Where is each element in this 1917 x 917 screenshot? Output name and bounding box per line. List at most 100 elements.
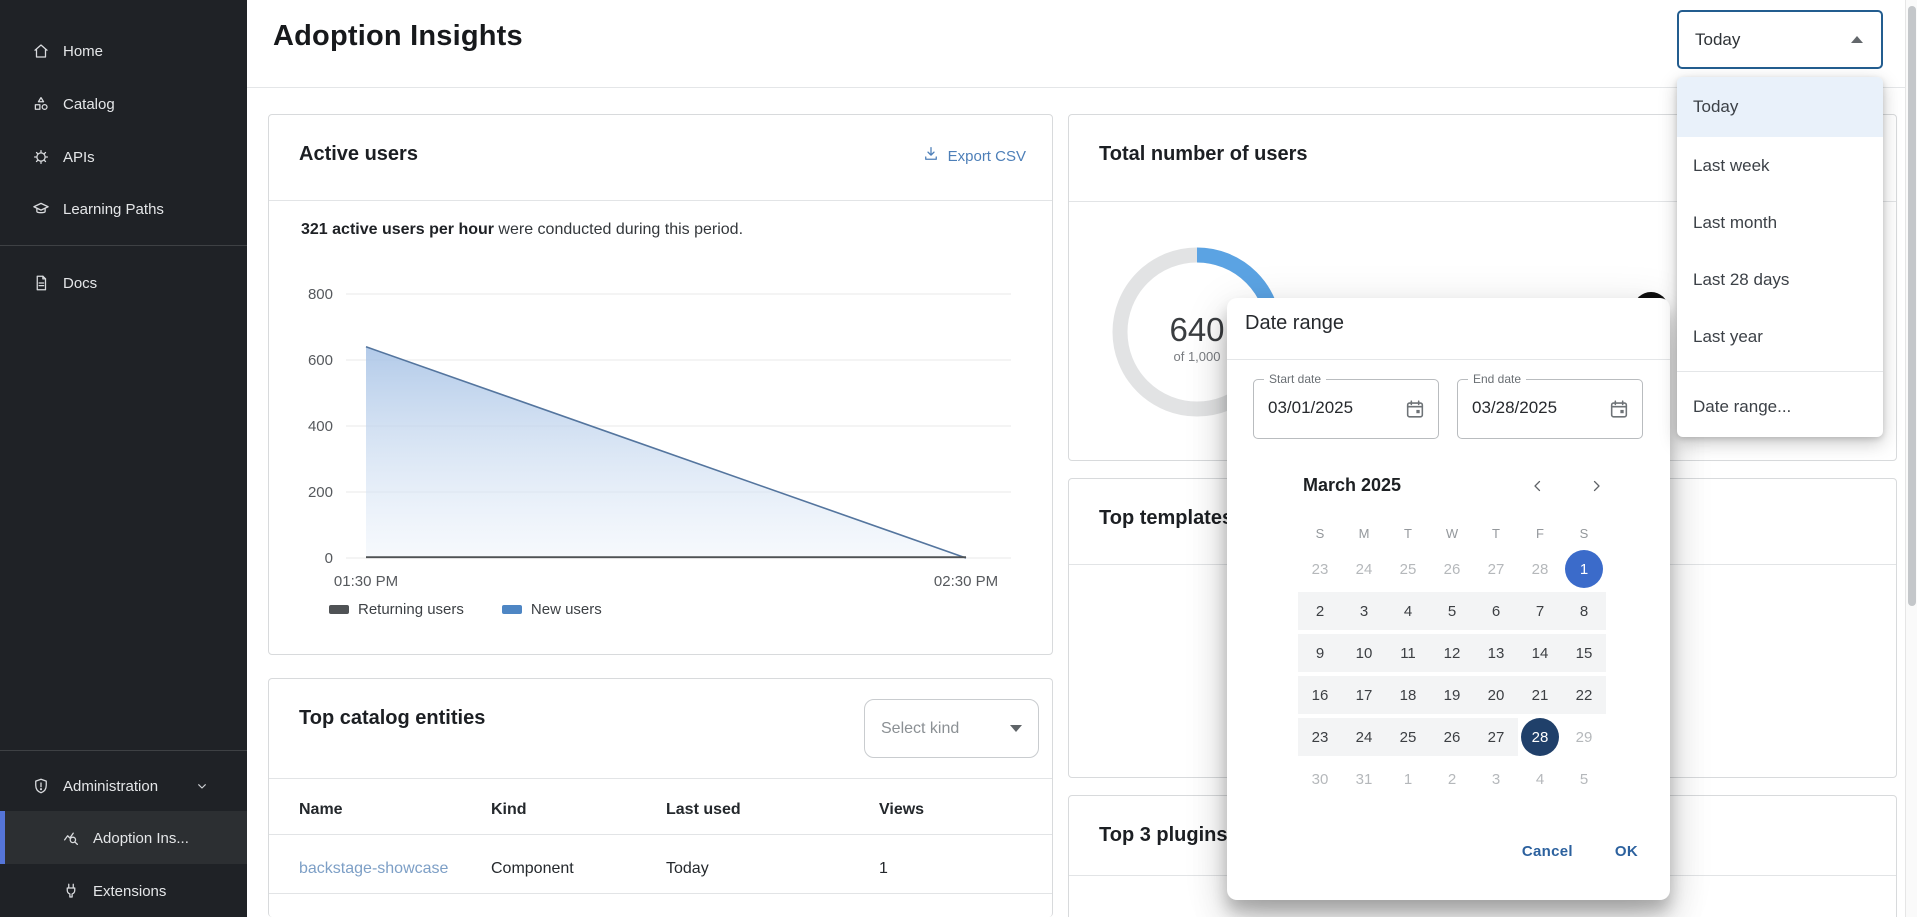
scrollbar[interactable] (1905, 0, 1917, 917)
period-menu: TodayLast weekLast monthLast 28 daysLast… (1677, 77, 1883, 437)
entity-link[interactable]: backstage-showcase (299, 860, 448, 878)
sidebar-item-catalog[interactable]: Catalog (0, 90, 247, 118)
calendar-day[interactable]: 29 (1562, 718, 1606, 756)
select-kind-dropdown[interactable]: Select kind (864, 699, 1039, 758)
calendar-day[interactable]: 24 (1342, 550, 1386, 588)
legend-label: New users (531, 601, 602, 618)
sidebar-item-label: Learning Paths (63, 201, 164, 218)
end-date-label: End date (1468, 372, 1526, 386)
calendar-day[interactable]: 2 (1298, 592, 1342, 630)
calendar-day[interactable]: 30 (1298, 760, 1342, 798)
calendar-day[interactable]: 27 (1474, 550, 1518, 588)
calendar-day[interactable]: 31 (1342, 760, 1386, 798)
calendar-week-row: 2324252627281 (1298, 548, 1606, 590)
calendar-day[interactable]: 25 (1386, 550, 1430, 588)
calendar-day[interactable]: 1 (1386, 760, 1430, 798)
svg-text:600: 600 (308, 352, 333, 369)
calendar-day[interactable]: 19 (1430, 676, 1474, 714)
cancel-button[interactable]: Cancel (1522, 843, 1573, 860)
menu-item-last-week[interactable]: Last week (1677, 137, 1883, 194)
calendar-day[interactable]: 23 (1298, 550, 1342, 588)
calendar-day[interactable]: 14 (1518, 634, 1562, 672)
calendar-day[interactable]: 26 (1430, 550, 1474, 588)
start-date-value: 03/01/2025 (1268, 398, 1353, 418)
start-date-field[interactable]: Start date 03/01/2025 (1253, 379, 1439, 439)
period-select[interactable]: Today (1677, 10, 1883, 69)
menu-item-today[interactable]: Today (1677, 77, 1883, 137)
calendar-day[interactable]: 13 (1474, 634, 1518, 672)
sidebar-item-adoption-ins[interactable]: Adoption Ins... (0, 824, 247, 852)
calendar-day-range-end[interactable]: 28 (1518, 718, 1562, 756)
dialog-actions: Cancel OK (1522, 843, 1638, 860)
calendar-day[interactable]: 8 (1562, 592, 1606, 630)
svg-text:02:30 PM: 02:30 PM (934, 573, 998, 590)
ok-button[interactable]: OK (1615, 843, 1638, 860)
calendar-day[interactable]: 3 (1474, 760, 1518, 798)
table-cell: Today (666, 860, 709, 878)
download-icon (922, 145, 940, 167)
scrollbar-thumb[interactable] (1908, 6, 1916, 606)
calendar-day[interactable]: 17 (1342, 676, 1386, 714)
calendar-icon[interactable] (1404, 398, 1426, 420)
sidebar-item-label: Docs (63, 275, 97, 292)
calendar-day[interactable]: 10 (1342, 634, 1386, 672)
sidebar-item-learning-paths[interactable]: Learning Paths (0, 195, 247, 223)
end-date-field[interactable]: End date 03/28/2025 (1457, 379, 1643, 439)
menu-item-last-28-days[interactable]: Last 28 days (1677, 251, 1883, 308)
menu-item-date-range[interactable]: Date range... (1677, 378, 1883, 435)
calendar-day[interactable]: 6 (1474, 592, 1518, 630)
calendar-week-row: 303112345 (1298, 758, 1606, 800)
sidebar-item-extensions[interactable]: Extensions (0, 877, 247, 905)
legend-item-new-users: New users (502, 601, 602, 618)
sidebar-item-administration[interactable]: Administration (0, 772, 247, 800)
end-date-value: 03/28/2025 (1472, 398, 1557, 418)
calendar-day[interactable]: 23 (1298, 718, 1342, 756)
calendar-day-range-start[interactable]: 1 (1562, 550, 1606, 588)
export-csv-button[interactable]: Export CSV (922, 145, 1026, 167)
menu-item-last-year[interactable]: Last year (1677, 308, 1883, 365)
calendar-day[interactable]: 21 (1518, 676, 1562, 714)
calendar-day[interactable]: 9 (1298, 634, 1342, 672)
calendar-day[interactable]: 25 (1386, 718, 1430, 756)
legend-swatch (502, 605, 522, 614)
calendar-day[interactable]: 3 (1342, 592, 1386, 630)
calendar-day[interactable]: 26 (1430, 718, 1474, 756)
calendar-day[interactable]: 18 (1386, 676, 1430, 714)
calendar-icon[interactable] (1608, 398, 1630, 420)
calendar-day[interactable]: 4 (1386, 592, 1430, 630)
calendar-day[interactable]: 2 (1430, 760, 1474, 798)
calendar-week-row: 9101112131415 (1298, 632, 1606, 674)
table-cell: Component (491, 860, 574, 878)
column-header-kind: Kind (491, 801, 527, 819)
active-users-area-chart: 800600400200001:30 PM02:30 PM (279, 271, 1039, 601)
calendar-day[interactable]: 20 (1474, 676, 1518, 714)
calendar-day[interactable]: 5 (1562, 760, 1606, 798)
sidebar-item-docs[interactable]: Docs (0, 269, 247, 297)
date-range-dialog: Date range Start date 03/01/2025 End dat… (1227, 298, 1670, 900)
calendar-day[interactable]: 12 (1430, 634, 1474, 672)
calendar-day[interactable]: 27 (1474, 718, 1518, 756)
calendar-day[interactable]: 15 (1562, 634, 1606, 672)
calendar-day[interactable]: 22 (1562, 676, 1606, 714)
calendar-day[interactable]: 11 (1386, 634, 1430, 672)
svg-text:400: 400 (308, 418, 333, 435)
adoption-insights-page: Home Catalog APIs Learning Paths Docs Ad… (0, 0, 1917, 917)
summary-bold: 321 active users per hour (301, 221, 494, 238)
previous-month-button[interactable] (1526, 474, 1550, 498)
sidebar-item-apis[interactable]: APIs (0, 143, 247, 171)
header-divider (247, 87, 1905, 88)
calendar-day[interactable]: 4 (1518, 760, 1562, 798)
calendar-day[interactable]: 28 (1518, 550, 1562, 588)
top-templates-title: Top templates (1099, 507, 1233, 530)
svg-text:800: 800 (308, 286, 333, 303)
dialog-divider (1227, 359, 1670, 360)
calendar-day[interactable]: 24 (1342, 718, 1386, 756)
sidebar: Home Catalog APIs Learning Paths Docs Ad… (0, 0, 247, 917)
sidebar-item-home[interactable]: Home (0, 37, 247, 65)
calendar-day[interactable]: 7 (1518, 592, 1562, 630)
calendar-day[interactable]: 16 (1298, 676, 1342, 714)
column-header-last-used: Last used (666, 801, 741, 819)
next-month-button[interactable] (1584, 474, 1608, 498)
calendar-day[interactable]: 5 (1430, 592, 1474, 630)
menu-item-last-month[interactable]: Last month (1677, 194, 1883, 251)
